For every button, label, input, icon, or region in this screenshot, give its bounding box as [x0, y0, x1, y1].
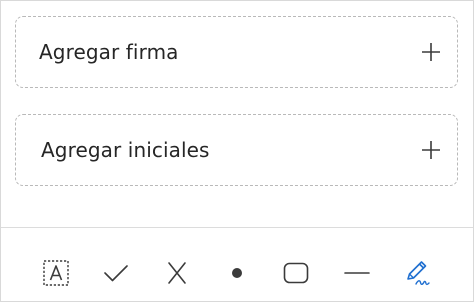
checkmark-icon	[104, 265, 128, 282]
rectangle-tool-button[interactable]	[281, 258, 311, 288]
dot-icon	[232, 268, 242, 278]
checkmark-tool-button[interactable]	[101, 258, 131, 288]
plus-icon	[422, 141, 440, 159]
dot-tool-button[interactable]	[222, 258, 252, 288]
add-initials-label: Agregar iniciales	[41, 138, 210, 162]
add-initials-button[interactable]: Agregar iniciales	[15, 114, 458, 186]
cross-icon	[168, 262, 186, 284]
plus-icon	[422, 43, 440, 61]
rounded-rectangle-icon	[283, 262, 309, 284]
pen-signature-icon	[407, 261, 430, 286]
fill-and-sign-panel: Agregar firma Agregar iniciales	[0, 0, 474, 302]
text-box-icon	[43, 260, 69, 286]
cross-tool-button[interactable]	[162, 258, 192, 288]
annotation-toolbar	[1, 228, 473, 301]
line-tool-button[interactable]	[342, 258, 372, 288]
sign-tool-button[interactable]	[402, 258, 432, 288]
line-icon	[344, 272, 370, 274]
add-text-tool-button[interactable]	[41, 258, 71, 288]
add-signature-button[interactable]: Agregar firma	[15, 16, 458, 88]
add-signature-label: Agregar firma	[39, 40, 179, 64]
